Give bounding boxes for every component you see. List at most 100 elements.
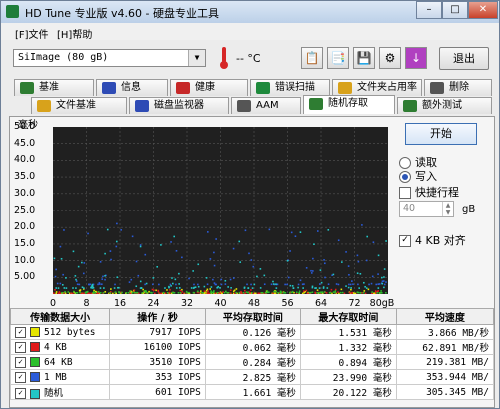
start-button[interactable]: 开始 <box>405 123 477 145</box>
tab-health[interactable]: 健康 <box>170 79 248 96</box>
scatter-point <box>64 291 66 293</box>
scatter-point <box>55 287 58 289</box>
y-tick-label: 30.0 <box>14 187 36 199</box>
row-checkbox[interactable]: ✓ <box>15 326 26 338</box>
scatter-point <box>352 283 354 286</box>
scatter-point <box>238 240 241 243</box>
scatter-point <box>212 278 214 281</box>
short-stroke-check[interactable] <box>399 187 411 199</box>
scatter-point <box>125 291 128 294</box>
write-radio[interactable]: 写入 <box>399 168 437 184</box>
scatter-point <box>99 291 102 294</box>
table-row: ✓ 1 MB 353 IOPS 2.825 毫秒 23.990 毫秒 353.944 MB… <box>9 369 495 385</box>
save-icon[interactable]: 💾 <box>353 47 375 69</box>
scatter-point <box>166 291 169 294</box>
align-4kb-check[interactable]: ✓ <box>399 235 411 247</box>
scatter-point <box>197 285 200 288</box>
row-checkbox[interactable]: ✓ <box>15 341 26 353</box>
row-size-cell[interactable]: ✓ 1 MB <box>9 369 111 385</box>
scatter-point <box>75 280 78 282</box>
scatter-point <box>275 290 278 293</box>
tab-folder-usage[interactable]: 文件夹占用率 <box>332 79 422 96</box>
scatter-point <box>250 259 253 261</box>
scatter-point <box>59 245 62 248</box>
scatter-point <box>160 292 163 294</box>
scatter-point <box>104 252 106 255</box>
row-size-cell[interactable]: ✓ 随机 <box>9 384 111 400</box>
row-avg-speed: 353.944 MB/ <box>395 369 495 385</box>
scatter-point <box>251 287 254 289</box>
scatter-point <box>90 286 93 289</box>
chevron-down-icon[interactable]: ▼ <box>188 50 205 66</box>
scatter-point <box>179 289 182 292</box>
scatter-point <box>76 291 79 294</box>
download-icon[interactable]: ↓ <box>405 47 427 69</box>
row-size-cell[interactable]: ✓ 512 bytes <box>9 324 111 340</box>
menu-file[interactable]: [F]文件 <box>15 26 49 41</box>
short-stroke-input[interactable]: 40 ▲ ▼ <box>399 201 454 217</box>
copy-text-icon[interactable]: 📋 <box>301 47 323 69</box>
scatter-point <box>356 254 359 257</box>
scatter-point <box>264 291 267 294</box>
scatter-point <box>62 273 64 276</box>
scatter-point <box>114 283 116 286</box>
tab-file-benchmark[interactable]: 文件基准 <box>31 97 127 114</box>
title-bar[interactable]: HD Tune 专业版 v4.60 - 硬盘专业工具 – □ ✕ <box>1 1 499 24</box>
scatter-point <box>54 288 56 291</box>
scatter-point <box>116 222 118 225</box>
row-checkbox[interactable]: ✓ <box>15 371 26 383</box>
scatter-point <box>129 292 132 294</box>
row-size-cell[interactable]: ✓ 4 KB <box>9 339 111 355</box>
tab-benchmark[interactable]: 基准 <box>14 79 94 96</box>
tab-error-scan[interactable]: 错误扫描 <box>250 79 330 96</box>
scatter-point <box>179 291 182 294</box>
tab-erase[interactable]: 删除 <box>424 79 492 96</box>
scatter-point <box>302 287 304 289</box>
scatter-point <box>133 291 136 294</box>
scatter-point <box>219 286 221 289</box>
maximize-button[interactable]: □ <box>442 1 468 19</box>
tab-disk-monitor[interactable]: 磁盘监视器 <box>129 97 229 114</box>
menu-help[interactable]: [H]帮助 <box>57 26 92 41</box>
short-stroke-checkbox[interactable]: 快捷行程 <box>399 184 459 200</box>
row-checkbox[interactable]: ✓ <box>15 356 26 368</box>
scatter-point <box>104 278 106 281</box>
scatter-point <box>348 273 350 276</box>
tab-random-access[interactable]: 随机存取 <box>303 95 395 114</box>
temperature-readout: -- °C <box>236 52 261 65</box>
scatter-point <box>340 288 343 291</box>
exit-button[interactable]: 退出 <box>439 47 489 70</box>
align-4kb-checkbox[interactable]: ✓ 4 KB 对齐 <box>399 232 466 248</box>
scatter-point <box>207 231 209 233</box>
scatter-point <box>205 289 208 292</box>
write-radio-button[interactable] <box>399 171 411 183</box>
tab-info[interactable]: 信息 <box>96 79 168 96</box>
table-row: ✓ 4 KB 16100 IOPS 0.062 毫秒 1.332 毫秒 62.891 MB… <box>9 339 495 355</box>
scatter-point <box>120 229 122 231</box>
scatter-point <box>263 274 266 277</box>
scatter-point <box>239 261 242 263</box>
copy-screenshot-icon[interactable]: 📑 <box>327 47 349 69</box>
scatter-point <box>318 287 321 289</box>
scatter-point <box>385 291 387 294</box>
series-color-swatch <box>30 388 40 399</box>
scatter-point <box>363 281 365 284</box>
row-size-cell[interactable]: ✓ 64 KB <box>9 354 111 370</box>
tab-aam[interactable]: AAM <box>231 97 301 114</box>
scatter-point <box>294 235 297 238</box>
scatter-point <box>192 287 195 289</box>
scatter-point <box>334 290 337 292</box>
spin-arrows-icon[interactable]: ▲ ▼ <box>442 202 453 216</box>
scatter-point <box>259 287 262 289</box>
scatter-point <box>151 288 154 291</box>
close-button[interactable]: ✕ <box>468 1 498 19</box>
tab-extra-tests[interactable]: 额外测试 <box>397 97 492 114</box>
drive-select[interactable]: SiImage (80 gB) ▼ <box>13 49 206 67</box>
row-avg-speed: 305.345 MB/ <box>395 384 495 400</box>
scatter-point <box>171 277 173 279</box>
minimize-button[interactable]: – <box>416 1 442 19</box>
options-icon[interactable]: ⚙ <box>379 47 401 69</box>
row-checkbox[interactable]: ✓ <box>15 388 26 399</box>
short-stroke-value: 40 <box>403 203 416 214</box>
series-color-swatch <box>30 327 40 337</box>
